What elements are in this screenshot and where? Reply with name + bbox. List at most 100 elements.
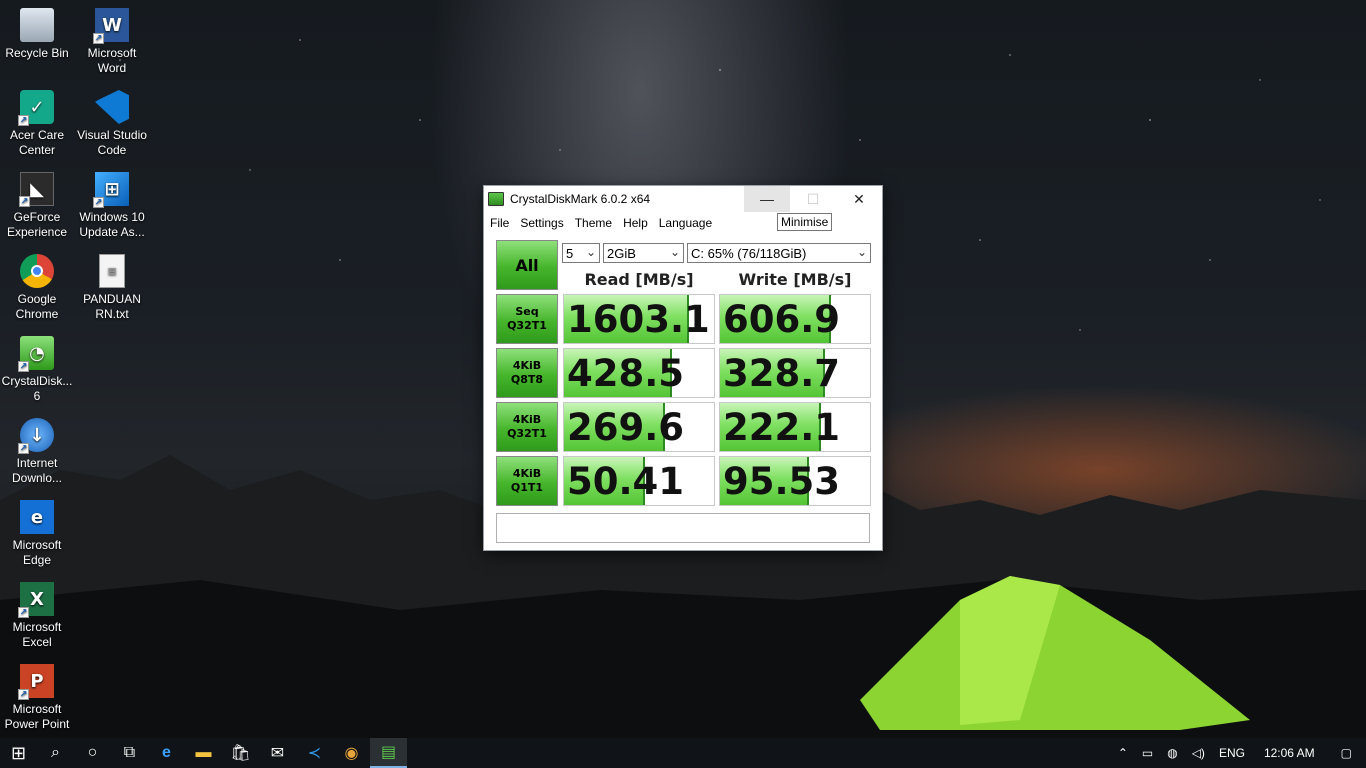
title-bar[interactable]: CrystalDiskMark 6.0.2 x64 — ☐ ✕ bbox=[484, 186, 882, 212]
test-label-type: Seq bbox=[515, 305, 539, 318]
acer-care-icon: ✓ ↗ bbox=[18, 90, 54, 126]
read-value: 1603.1 bbox=[567, 298, 710, 341]
desktop-icon-windows-update[interactable]: ⊞ ↗ Windows 10 Update As... bbox=[75, 172, 149, 240]
desktop-icon-label: PANDUAN RN.txt bbox=[83, 292, 141, 321]
desktop-icon-word[interactable]: W ↗ Microsoft Word bbox=[75, 8, 149, 76]
write-result: 95.53 bbox=[719, 456, 871, 506]
write-result: 606.9 bbox=[719, 294, 871, 344]
menu-file[interactable]: File bbox=[486, 216, 513, 230]
minimize-button[interactable]: — bbox=[744, 186, 790, 212]
drive-value: C: 65% (76/118GiB) bbox=[691, 245, 807, 261]
text-file-icon: ≡ bbox=[99, 254, 125, 288]
task-view-icon[interactable]: ⧉ bbox=[111, 738, 148, 768]
desktop-icon-vscode[interactable]: Visual Studio Code bbox=[75, 90, 149, 158]
windows-update-icon: ⊞ ↗ bbox=[93, 172, 129, 208]
desktop-icon-label: Microsoft Excel bbox=[12, 620, 62, 649]
network-icon[interactable]: ◍ bbox=[1160, 746, 1184, 760]
minimize-tooltip: Minimise bbox=[777, 213, 833, 231]
write-value: 606.9 bbox=[723, 298, 841, 341]
crystaldisk-icon: ◔ ↗ bbox=[18, 336, 54, 372]
store-icon[interactable]: 🛍 bbox=[222, 738, 259, 768]
write-header: Write [MB/s] bbox=[738, 270, 852, 289]
read-result: 1603.1 bbox=[563, 294, 715, 344]
idm-icon: ↓ ↗ bbox=[18, 418, 54, 454]
desktop-icon-acer-care[interactable]: ✓ ↗ Acer Care Center bbox=[0, 90, 74, 158]
file-explorer-icon[interactable]: ▬ bbox=[185, 738, 222, 768]
test-button-4kib-q1t1[interactable]: 4KiB Q1T1 bbox=[496, 456, 558, 506]
desktop-icon-idm[interactable]: ↓ ↗ Internet Downlo... bbox=[0, 418, 74, 486]
crystaldisk-icon[interactable]: ▤ bbox=[370, 738, 407, 768]
desktop-icon-label: Microsoft Edge bbox=[12, 538, 62, 567]
chevron-down-icon: ⌄ bbox=[856, 245, 867, 259]
desktop-icon-label: Windows 10 Update As... bbox=[79, 210, 145, 239]
edge-icon[interactable]: e bbox=[148, 738, 185, 768]
desktop-icon-geforce[interactable]: ◣ ↗ GeForce Experience bbox=[0, 172, 74, 240]
start-icon[interactable]: ⊞ bbox=[0, 738, 37, 768]
volume-icon[interactable]: ◁) bbox=[1185, 746, 1212, 760]
chevron-down-icon: ⌄ bbox=[669, 245, 680, 259]
test-label-queue: Q1T1 bbox=[510, 481, 544, 494]
menu-theme[interactable]: Theme bbox=[571, 216, 616, 230]
test-size-select[interactable]: 2GiB ⌄ bbox=[603, 243, 684, 263]
test-label-type: 4KiB bbox=[512, 359, 542, 372]
test-label-queue: Q32T1 bbox=[507, 427, 547, 440]
menu-settings[interactable]: Settings bbox=[516, 216, 567, 230]
desktop-icon-recycle-bin[interactable]: Recycle Bin bbox=[0, 8, 74, 61]
cortana-icon[interactable]: ○ bbox=[74, 738, 111, 768]
write-value: 328.7 bbox=[723, 352, 841, 395]
desktop-icon-chrome[interactable]: Google Chrome bbox=[0, 254, 74, 322]
chrome-icon bbox=[20, 254, 54, 288]
desktop-icon-crystaldisk[interactable]: ◔ ↗ CrystalDisk... 6 bbox=[0, 336, 74, 404]
test-button-seq-q32t1[interactable]: Seq Q32T1 bbox=[496, 294, 558, 344]
write-value: 222.1 bbox=[723, 406, 841, 449]
desktop-icon-text-file[interactable]: ≡ PANDUAN RN.txt bbox=[75, 254, 149, 322]
test-button-4kib-q8t8[interactable]: 4KiB Q8T8 bbox=[496, 348, 558, 398]
battery-icon[interactable]: ▭ bbox=[1135, 746, 1160, 760]
test-label-queue: Q32T1 bbox=[507, 319, 547, 332]
write-value: 95.53 bbox=[723, 460, 841, 503]
action-center-icon[interactable]: ▢ bbox=[1327, 746, 1366, 760]
drive-select[interactable]: C: 65% (76/118GiB) ⌄ bbox=[687, 243, 871, 263]
desktop-icon-label: GeForce Experience bbox=[6, 210, 68, 239]
excel-icon: X ↗ bbox=[18, 582, 54, 618]
word-icon: W ↗ bbox=[93, 8, 129, 44]
edge-icon: e bbox=[20, 500, 54, 534]
mail-icon[interactable]: ✉ bbox=[259, 738, 296, 768]
maximize-button[interactable]: ☐ bbox=[790, 186, 836, 212]
geforce-icon: ◣ ↗ bbox=[19, 172, 54, 207]
recycle-bin-icon bbox=[20, 8, 54, 42]
test-label-queue: Q8T8 bbox=[510, 373, 544, 386]
search-icon[interactable]: ⌕ bbox=[37, 738, 74, 768]
read-value: 50.41 bbox=[567, 460, 685, 503]
system-tray: ⌃ ▭ ◍ ◁) ENG 12:06 AM ▢ bbox=[1111, 738, 1366, 768]
read-result: 428.5 bbox=[563, 348, 715, 398]
desktop-icon-label: Acer Care Center bbox=[9, 128, 65, 157]
desktop-icon-label: Internet Downlo... bbox=[11, 456, 63, 485]
test-button-4kib-q32t1[interactable]: 4KiB Q32T1 bbox=[496, 402, 558, 452]
clock[interactable]: 12:06 AM bbox=[1252, 746, 1327, 760]
read-result: 50.41 bbox=[563, 456, 715, 506]
language-indicator[interactable]: ENG bbox=[1212, 746, 1252, 760]
test-label-type: 4KiB bbox=[512, 467, 542, 480]
read-value: 428.5 bbox=[567, 352, 685, 395]
crystaldiskmark-window: CrystalDiskMark 6.0.2 x64 — ☐ ✕ File Set… bbox=[483, 185, 883, 551]
close-button[interactable]: ✕ bbox=[836, 186, 882, 212]
test-size-value: 2GiB bbox=[607, 245, 636, 261]
menu-help[interactable]: Help bbox=[619, 216, 652, 230]
desktop-icon-excel[interactable]: X ↗ Microsoft Excel bbox=[0, 582, 74, 650]
desktop-icon-powerpoint[interactable]: P ↗ Microsoft Power Point bbox=[0, 664, 74, 732]
comment-field[interactable] bbox=[496, 513, 870, 543]
read-header: Read [MB/s] bbox=[584, 270, 694, 289]
read-result: 269.6 bbox=[563, 402, 715, 452]
test-count-select[interactable]: 5 ⌄ bbox=[562, 243, 600, 263]
chrome-icon[interactable]: ◉ bbox=[333, 738, 370, 768]
vscode-icon[interactable]: ≺ bbox=[296, 738, 333, 768]
menu-language[interactable]: Language bbox=[655, 216, 716, 230]
window-title: CrystalDiskMark 6.0.2 x64 bbox=[510, 192, 651, 206]
chevron-down-icon: ⌄ bbox=[585, 245, 596, 259]
vscode-icon bbox=[95, 90, 129, 124]
all-button[interactable]: All bbox=[496, 240, 558, 290]
desktop-icon-edge[interactable]: e Microsoft Edge bbox=[0, 500, 74, 568]
chevron-up-icon[interactable]: ⌃ bbox=[1111, 746, 1135, 760]
powerpoint-icon: P ↗ bbox=[18, 664, 54, 700]
